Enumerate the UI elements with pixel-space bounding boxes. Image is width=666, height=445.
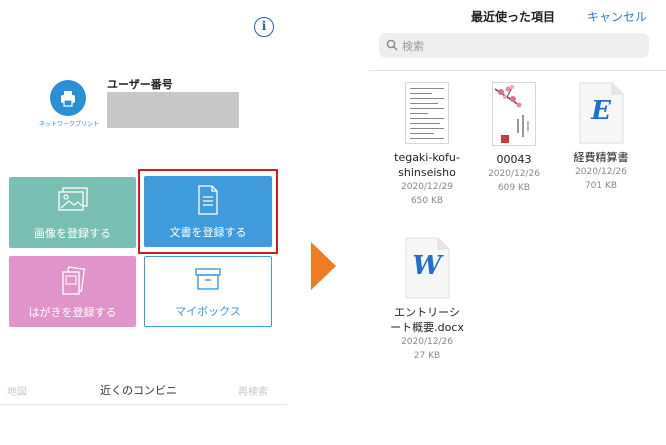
app-home-screen: i ネットワークプリント ユーザー番号 画像を登録する 文書を登録する はがきを… (0, 0, 287, 445)
image-thumbnail (492, 82, 536, 146)
register-document-label: 文書を登録する (169, 226, 247, 239)
logo-text: ネットワークプリント (38, 121, 99, 128)
file-size: 701 KB (584, 181, 618, 191)
file-date: 2020/12/26 (575, 167, 627, 177)
search-input[interactable]: 検索 (379, 33, 649, 58)
box-icon (195, 268, 221, 290)
file-name: 00043 (496, 153, 532, 166)
recent-items-title: 最近使った項目 (471, 10, 556, 24)
user-number-label: ユーザー番号 (107, 78, 173, 91)
register-image-label: 画像を登録する (34, 227, 111, 240)
excel-file-icon: E (578, 82, 624, 144)
register-postcard-button[interactable]: はがきを登録する (9, 256, 136, 327)
mybox-label: マイボックス (175, 305, 241, 318)
divider (0, 404, 287, 405)
register-document-button[interactable]: 文書を登録する (144, 176, 272, 247)
file-picker-screen: 最近使った項目 キャンセル 検索 tegaki-kofu- shinseisho (369, 0, 666, 445)
file-date: 2020/12/29 (401, 182, 453, 192)
file-item[interactable]: W エントリーシ ート概要.docx 2020/12/26 27 KB (382, 237, 472, 363)
cancel-button[interactable]: キャンセル (587, 8, 647, 25)
map-link[interactable]: 地図 (7, 383, 27, 398)
research-link[interactable]: 再検索 (238, 383, 268, 398)
word-file-icon: W (404, 237, 450, 299)
file-name: tegaki-kofu- shinseisho (394, 151, 460, 179)
file-name: エントリーシ ート概要.docx (390, 306, 464, 334)
file-size: 650 KB (410, 196, 444, 206)
word-letter: W (412, 251, 442, 281)
network-print-logo (50, 80, 86, 116)
file-name: 経費精算書 (573, 151, 629, 164)
file-item[interactable]: tegaki-kofu- shinseisho 2020/12/29 650 K… (382, 82, 472, 208)
blossom-image (494, 85, 529, 143)
transition-arrow-icon (311, 242, 336, 290)
printer-icon (61, 91, 75, 107)
register-image-button[interactable]: 画像を登録する (9, 177, 136, 248)
search-placeholder: 検索 (402, 40, 424, 53)
search-icon (386, 39, 398, 51)
nearby-store-title: 近くのコンビニ (100, 384, 177, 397)
image-icon (57, 187, 88, 211)
file-size: 609 KB (497, 183, 531, 193)
document-icon (198, 185, 218, 215)
document-thumbnail (405, 82, 449, 144)
postcard-icon (61, 266, 85, 295)
excel-letter: E (591, 96, 611, 126)
info-icon[interactable]: i (254, 17, 274, 37)
file-item[interactable]: E 経費精算書 2020/12/26 701 KB (556, 82, 646, 193)
mybox-button[interactable]: マイボックス (144, 256, 272, 327)
user-number-value (107, 92, 239, 128)
file-date: 2020/12/26 (488, 169, 540, 179)
file-size: 27 KB (413, 351, 441, 361)
file-date: 2020/12/26 (401, 337, 453, 347)
file-item[interactable]: 00043 2020/12/26 609 KB (469, 82, 559, 195)
divider (369, 70, 666, 71)
register-postcard-label: はがきを登録する (28, 306, 117, 319)
